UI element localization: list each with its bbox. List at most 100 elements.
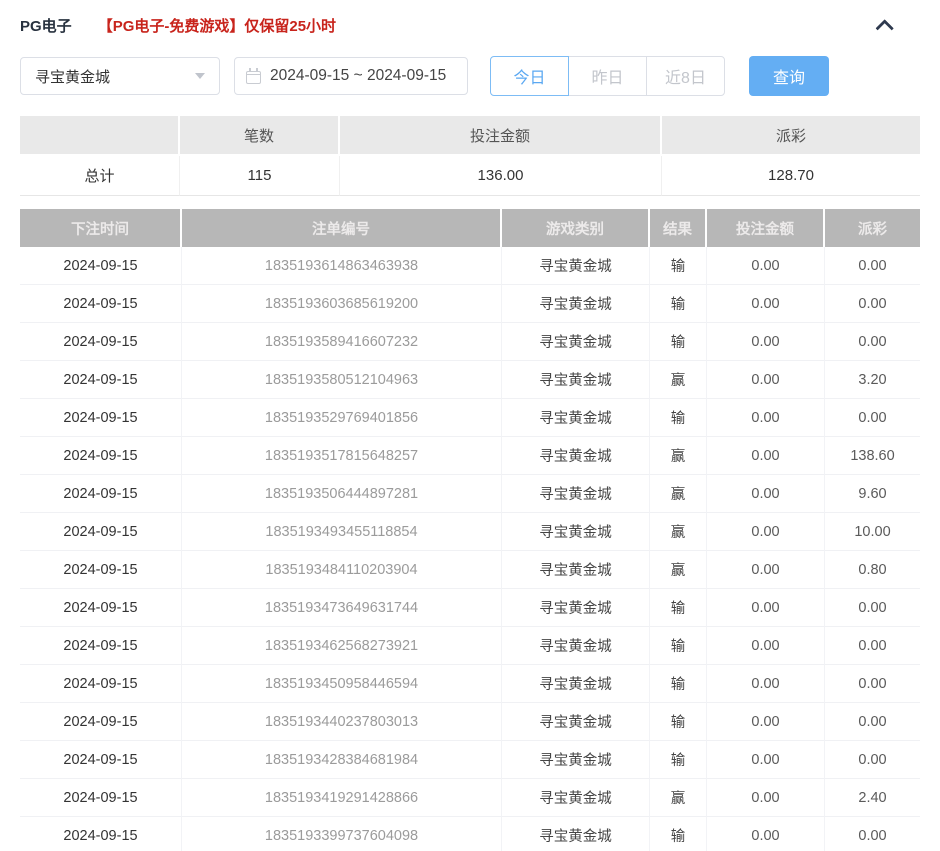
cell-result: 输 [650, 741, 707, 779]
cell-payout: 0.00 [825, 247, 920, 285]
cell-payout: 2.40 [825, 779, 920, 817]
cell-payout: 0.00 [825, 627, 920, 665]
game-select[interactable]: 寻宝黄金城 [20, 57, 220, 95]
cell-bet-amount: 0.00 [707, 589, 825, 627]
cell-bet-time: 2024-09-15 [20, 361, 182, 399]
cell-payout: 0.00 [825, 817, 920, 851]
date-range-input[interactable]: 2024-09-15 ~ 2024-09-15 [234, 57, 468, 95]
cell-result: 赢 [650, 779, 707, 817]
cell-payout: 0.00 [825, 285, 920, 323]
col-header-result: 结果 [650, 209, 707, 247]
cell-game-type: 寻宝黄金城 [502, 589, 650, 627]
cell-bet-amount: 0.00 [707, 285, 825, 323]
cell-result: 输 [650, 703, 707, 741]
cell-bet-amount: 0.00 [707, 779, 825, 817]
cell-bet-id: 1835193493455118854 [182, 513, 502, 551]
cell-bet-id: 1835193399737604098 [182, 817, 502, 851]
cell-result: 输 [650, 665, 707, 703]
cell-bet-id: 1835193440237803013 [182, 703, 502, 741]
summary-header-empty [20, 116, 180, 156]
summary-total-bet-amount: 136.00 [340, 156, 662, 196]
cell-bet-id: 1835193517815648257 [182, 437, 502, 475]
panel-title: PG电子 [20, 15, 72, 36]
cell-bet-time: 2024-09-15 [20, 285, 182, 323]
cell-result: 输 [650, 323, 707, 361]
cell-game-type: 寻宝黄金城 [502, 551, 650, 589]
cell-bet-id: 1835193603685619200 [182, 285, 502, 323]
cell-game-type: 寻宝黄金城 [502, 779, 650, 817]
cell-bet-amount: 0.00 [707, 247, 825, 285]
cell-bet-amount: 0.00 [707, 513, 825, 551]
cell-result: 输 [650, 247, 707, 285]
cell-bet-id: 1835193580512104963 [182, 361, 502, 399]
cell-result: 输 [650, 817, 707, 851]
cell-game-type: 寻宝黄金城 [502, 741, 650, 779]
caret-down-icon [195, 73, 205, 79]
cell-payout: 9.60 [825, 475, 920, 513]
bet-table: 下注时间 注单编号 游戏类别 结果 投注金额 派彩 2024-09-15 183… [20, 209, 920, 851]
cell-bet-amount: 0.00 [707, 361, 825, 399]
cell-payout: 0.00 [825, 589, 920, 627]
cell-bet-time: 2024-09-15 [20, 589, 182, 627]
cell-payout: 0.00 [825, 399, 920, 437]
cell-game-type: 寻宝黄金城 [502, 513, 650, 551]
cell-payout: 0.00 [825, 703, 920, 741]
chevron-up-icon[interactable] [875, 19, 893, 37]
cell-payout: 0.80 [825, 551, 920, 589]
cell-result: 赢 [650, 361, 707, 399]
cell-game-type: 寻宝黄金城 [502, 817, 650, 851]
cell-bet-time: 2024-09-15 [20, 247, 182, 285]
cell-bet-amount: 0.00 [707, 741, 825, 779]
cell-result: 输 [650, 285, 707, 323]
cell-bet-id: 1835193589416607232 [182, 323, 502, 361]
cell-bet-id: 1835193450958446594 [182, 665, 502, 703]
cell-game-type: 寻宝黄金城 [502, 285, 650, 323]
cell-bet-time: 2024-09-15 [20, 703, 182, 741]
cell-game-type: 寻宝黄金城 [502, 475, 650, 513]
cell-result: 赢 [650, 437, 707, 475]
today-button[interactable]: 今日 [490, 56, 569, 96]
cell-game-type: 寻宝黄金城 [502, 665, 650, 703]
col-header-bet-time: 下注时间 [20, 209, 182, 247]
cell-payout: 0.00 [825, 323, 920, 361]
cell-bet-amount: 0.00 [707, 665, 825, 703]
cell-payout: 138.60 [825, 437, 920, 475]
cell-bet-time: 2024-09-15 [20, 741, 182, 779]
cell-result: 赢 [650, 551, 707, 589]
game-select-value: 寻宝黄金城 [35, 66, 110, 87]
yesterday-button[interactable]: 昨日 [568, 56, 647, 96]
retention-notice: 【PG电子-免费游戏】仅保留25小时 [98, 15, 336, 36]
summary-header-bet-amount: 投注金额 [340, 116, 662, 156]
cell-game-type: 寻宝黄金城 [502, 361, 650, 399]
cell-game-type: 寻宝黄金城 [502, 437, 650, 475]
cell-bet-amount: 0.00 [707, 817, 825, 851]
filter-bar: 寻宝黄金城 2024-09-15 ~ 2024-09-15 今日 昨日 近8日 … [20, 56, 920, 96]
cell-bet-id: 1835193419291428866 [182, 779, 502, 817]
cell-result: 输 [650, 399, 707, 437]
cell-result: 赢 [650, 475, 707, 513]
cell-bet-id: 1835193529769401856 [182, 399, 502, 437]
cell-bet-time: 2024-09-15 [20, 627, 182, 665]
cell-bet-amount: 0.00 [707, 475, 825, 513]
cell-payout: 0.00 [825, 665, 920, 703]
cell-bet-id: 1835193473649631744 [182, 589, 502, 627]
cell-bet-amount: 0.00 [707, 551, 825, 589]
pg-records-panel: PG电子 【PG电子-免费游戏】仅保留25小时 寻宝黄金城 2024-09-15… [0, 0, 940, 851]
cell-bet-amount: 0.00 [707, 323, 825, 361]
cell-result: 输 [650, 589, 707, 627]
cell-game-type: 寻宝黄金城 [502, 703, 650, 741]
last8days-button[interactable]: 近8日 [646, 56, 725, 96]
cell-result: 赢 [650, 513, 707, 551]
cell-payout: 10.00 [825, 513, 920, 551]
search-button[interactable]: 查询 [749, 56, 829, 96]
cell-game-type: 寻宝黄金城 [502, 323, 650, 361]
col-header-game-type: 游戏类别 [502, 209, 650, 247]
cell-game-type: 寻宝黄金城 [502, 627, 650, 665]
cell-game-type: 寻宝黄金城 [502, 399, 650, 437]
summary-table: 笔数 投注金额 派彩 总计 115 136.00 128.70 [20, 116, 920, 196]
cell-bet-amount: 0.00 [707, 627, 825, 665]
cell-bet-time: 2024-09-15 [20, 437, 182, 475]
cell-bet-id: 1835193428384681984 [182, 741, 502, 779]
quick-range-group: 今日 昨日 近8日 [490, 56, 725, 96]
cell-game-type: 寻宝黄金城 [502, 247, 650, 285]
